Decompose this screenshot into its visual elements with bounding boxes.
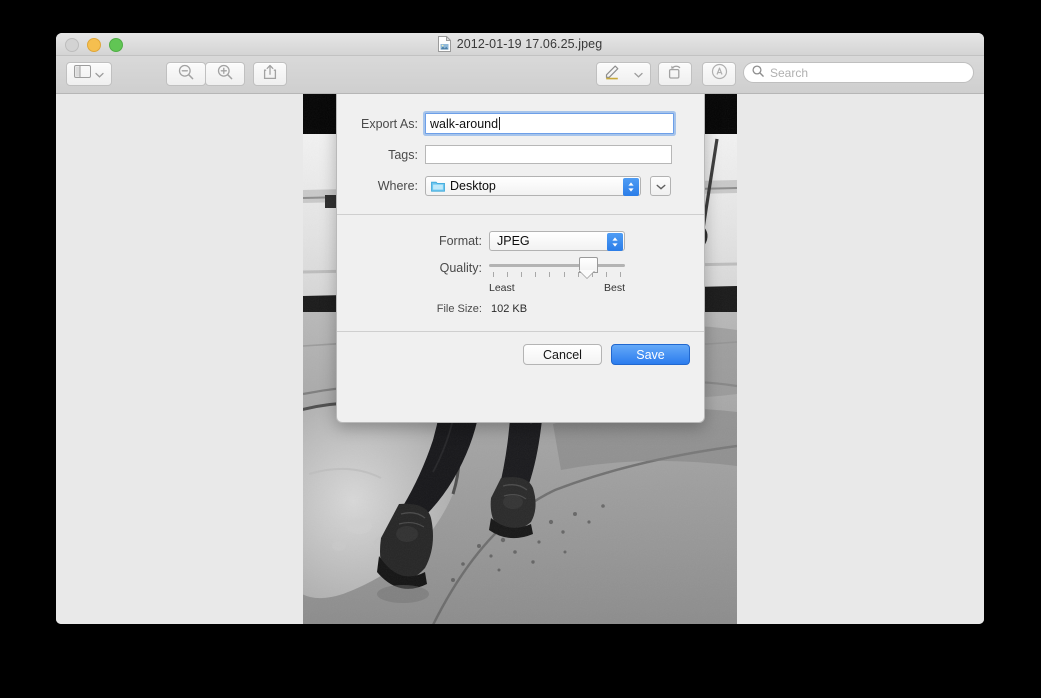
export-as-row: Export As: walk-around — [337, 113, 704, 134]
slider-tick — [620, 272, 621, 277]
file-size-value: 102 KB — [491, 303, 528, 315]
window-title-group: 2012-01-19 17.06.25.jpeg — [56, 33, 984, 55]
sidebar-toggle-button[interactable] — [66, 62, 112, 86]
annotate-circle-icon — [711, 63, 728, 85]
where-label: Where: — [377, 179, 418, 193]
slider-tick — [507, 272, 508, 277]
format-popup-button[interactable]: JPEG — [489, 231, 625, 251]
preview-window: 2012-01-19 17.06.25.jpeg Search Export A… — [56, 33, 984, 624]
quality-slider-group: Least Best — [489, 257, 625, 294]
search-field[interactable]: Search — [743, 62, 974, 83]
stepper-up-down-icon[interactable] — [607, 233, 623, 251]
export-dialog: Export As: walk-around Tags: Where: Desk… — [336, 94, 705, 423]
format-row: Format: JPEG — [337, 231, 704, 251]
quality-label: Quality: — [439, 261, 482, 275]
slider-tick — [606, 272, 607, 277]
chevron-down-icon — [656, 177, 666, 195]
chevron-down-icon — [95, 65, 104, 83]
search-input[interactable]: Search — [770, 66, 808, 80]
export-as-input[interactable]: walk-around — [425, 113, 674, 134]
file-size-row: File Size: 102 KB — [337, 303, 704, 315]
tags-label: Tags: — [388, 147, 418, 162]
file-size-label: File Size: — [436, 303, 482, 315]
where-row: Where: Desktop — [337, 176, 704, 196]
zoom-in-button[interactable] — [205, 62, 245, 86]
cancel-button[interactable]: Cancel — [523, 344, 602, 365]
where-popup-button[interactable]: Desktop — [425, 176, 641, 196]
slider-tick — [549, 272, 550, 277]
window-toolbar: Search — [56, 56, 984, 94]
annotate-button[interactable] — [702, 62, 736, 86]
zoom-out-button[interactable] — [166, 62, 206, 86]
quality-best-label: Best — [603, 282, 625, 294]
export-as-label: Export As: — [361, 116, 418, 131]
folder-icon — [431, 180, 445, 192]
search-icon — [752, 64, 764, 82]
window-titlebar: 2012-01-19 17.06.25.jpeg — [56, 33, 984, 56]
share-button[interactable] — [253, 62, 287, 86]
slider-thumb[interactable] — [579, 257, 598, 273]
format-label: Format: — [438, 234, 482, 248]
window-content: Export As: walk-around Tags: Where: Desk… — [56, 94, 984, 624]
slider-ticks — [489, 272, 625, 278]
chevron-down-icon — [633, 65, 643, 83]
export-as-value: walk-around — [430, 116, 499, 131]
markup-button[interactable] — [596, 62, 628, 86]
markup-options-button[interactable] — [626, 62, 651, 86]
dialog-separator-top — [337, 214, 704, 215]
quality-slider[interactable] — [489, 257, 625, 277]
slider-tick — [521, 272, 522, 277]
stepper-up-down-icon[interactable] — [623, 178, 639, 196]
tags-row: Tags: — [337, 145, 704, 164]
rotate-left-icon — [667, 64, 683, 85]
share-up-arrow-icon — [263, 64, 277, 85]
slider-tick — [535, 272, 536, 277]
dialog-buttons: Cancel Save — [337, 332, 704, 365]
slider-tick — [564, 272, 565, 277]
screen: 2012-01-19 17.06.25.jpeg Search Export A… — [0, 0, 1041, 698]
slider-track — [489, 264, 625, 267]
slider-end-labels: Least Best — [489, 282, 625, 294]
slider-tick — [493, 272, 494, 277]
document-image-icon — [437, 35, 452, 52]
text-caret — [499, 117, 501, 130]
save-button[interactable]: Save — [611, 344, 690, 365]
quality-row: Quality: Least Best — [337, 257, 704, 294]
magnifier-plus-icon — [217, 64, 233, 85]
format-value: JPEG — [497, 234, 530, 248]
magnifier-minus-icon — [178, 64, 194, 85]
tags-input[interactable] — [425, 145, 672, 164]
sidebar-icon — [74, 65, 91, 83]
where-disclosure-button[interactable] — [650, 176, 671, 196]
where-value: Desktop — [450, 179, 496, 193]
quality-least-label: Least — [489, 282, 515, 294]
window-title: 2012-01-19 17.06.25.jpeg — [456, 37, 603, 51]
rotate-button[interactable] — [658, 62, 692, 86]
markup-pen-icon — [604, 64, 620, 85]
